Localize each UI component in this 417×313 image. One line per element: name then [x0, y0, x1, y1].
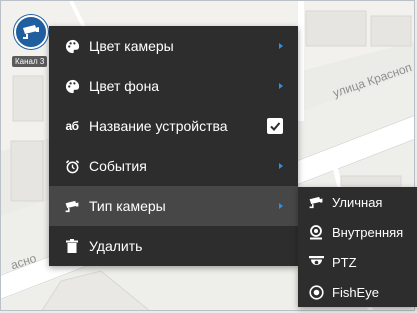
- menu-item-camera-color[interactable]: Цвет камеры: [49, 26, 298, 66]
- menu-item-events[interactable]: События: [49, 146, 298, 186]
- menu-item-label: Тип камеры: [89, 198, 166, 214]
- submenu-item-label: Уличная: [332, 194, 383, 210]
- camera-icon: [64, 198, 80, 214]
- alarm-clock-icon: [64, 158, 80, 174]
- camera-icon: [23, 25, 39, 39]
- submenu-item-street[interactable]: Уличная: [298, 187, 417, 217]
- submenu-item-ptz[interactable]: PTZ: [298, 247, 417, 277]
- submenu-arrow-icon: [279, 43, 283, 49]
- checkmark-icon: [270, 122, 281, 131]
- fisheye-camera-icon: [308, 284, 324, 300]
- submenu-item-fisheye[interactable]: FishEye: [298, 277, 417, 307]
- menu-item-delete[interactable]: Удалить: [49, 226, 298, 266]
- submenu-arrow-icon: [279, 83, 283, 89]
- palette-icon: [64, 78, 80, 94]
- street-camera-icon: [308, 194, 324, 210]
- menu-item-label: Название устройства: [89, 118, 228, 134]
- submenu-item-label: FishEye: [332, 284, 379, 300]
- submenu-item-indoor[interactable]: Внутренняя: [298, 217, 417, 247]
- device-name-checkbox[interactable]: [267, 118, 283, 134]
- menu-item-label: Цвет фона: [89, 78, 160, 94]
- camera-marker[interactable]: [14, 15, 48, 49]
- submenu-arrow-icon: [279, 203, 283, 209]
- submenu-item-label: Внутренняя: [332, 224, 404, 240]
- menu-item-label: Цвет камеры: [89, 38, 174, 54]
- submenu-item-label: PTZ: [332, 254, 357, 270]
- submenu-arrow-icon: [279, 163, 283, 169]
- dome-camera-icon: [308, 224, 324, 240]
- menu-item-device-name[interactable]: аб Название устройства: [49, 106, 298, 146]
- palette-icon: [64, 38, 80, 54]
- camera-type-submenu: Уличная Внутренняя PTZ FishEye: [298, 187, 417, 307]
- trash-icon: [64, 238, 80, 254]
- menu-item-label: Удалить: [89, 238, 143, 254]
- menu-item-background-color[interactable]: Цвет фона: [49, 66, 298, 106]
- text-ab-icon: аб: [64, 118, 80, 134]
- context-menu: Цвет камеры Цвет фона аб Название устрой…: [49, 26, 298, 266]
- text-ab-glyph: аб: [65, 119, 79, 133]
- menu-item-camera-type[interactable]: Тип камеры: [49, 186, 298, 226]
- menu-item-label: События: [89, 158, 147, 174]
- camera-marker-label: Канал 3: [12, 56, 48, 67]
- ptz-camera-icon: [308, 254, 324, 270]
